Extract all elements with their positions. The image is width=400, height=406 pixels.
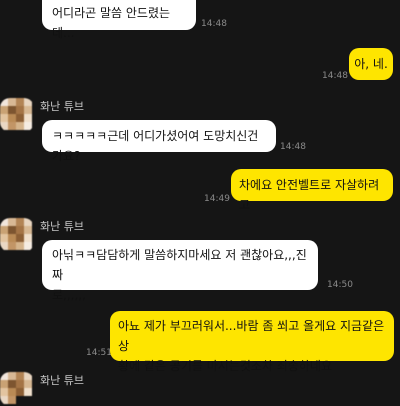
message-text: 아, 네. bbox=[354, 57, 388, 71]
message-bubble-incoming[interactable]: ㅋㅋㅋㅋㅋ근데 어디가셨어여 도망치신건가요? bbox=[42, 120, 276, 163]
message-text-line: 아뇨 제가 부끄러워서...바람 좀 쐬고 올게요 지금같은 상 bbox=[118, 319, 385, 353]
message-time: 14:50 bbox=[327, 280, 353, 290]
avatar-icon[interactable] bbox=[0, 98, 34, 132]
message-text-line: 아닊ㅋㅋ담담하게 말씀하지마세요 저 괜찮아요,,,진짜 bbox=[52, 248, 307, 282]
message-bubble-outgoing[interactable]: 아, 네. bbox=[349, 48, 393, 80]
message-bubble-outgoing[interactable]: 아뇨 제가 부끄러워서...바람 좀 쐬고 올게요 지금같은 상 황에 같은 공… bbox=[110, 311, 394, 373]
avatar-icon[interactable] bbox=[0, 372, 34, 406]
message-text: ㅋㅋㅋㅋㅋ근데 어디가셨어여 도망치신건가요? bbox=[52, 129, 259, 163]
sender-name: 화난 튜브 bbox=[40, 220, 84, 233]
message-bubble-outgoing[interactable]: 차에요 안전벨트로 자살하려고 bbox=[231, 169, 393, 212]
message-time: 14:51 bbox=[86, 348, 112, 358]
message-text-line: 로,,,,,, bbox=[52, 288, 86, 302]
chat-screen: 어디라곤 말씀 안드렸는데... 14:48 14:48 아, 네. 화난 튜브… bbox=[0, 0, 400, 404]
message-time: 14:48 bbox=[322, 71, 348, 81]
message-time: 14:48 bbox=[280, 142, 306, 152]
sender-name: 화난 튜브 bbox=[40, 374, 84, 387]
sender-name: 화난 튜브 bbox=[40, 100, 84, 113]
message-time: 14:48 bbox=[201, 19, 227, 29]
avatar-icon[interactable] bbox=[0, 218, 34, 252]
message-bubble-incoming[interactable]: 어디라곤 말씀 안드렸는데... bbox=[42, 0, 196, 40]
message-time: 14:49 bbox=[204, 194, 230, 204]
message-text: 어디라곤 말씀 안드렸는데... bbox=[52, 6, 171, 40]
message-text: 차에요 안전벨트로 자살하려고 bbox=[239, 178, 380, 212]
message-text-line: 황에 같은 공기를 마시는것조차 죄송하네요 bbox=[118, 359, 332, 373]
message-bubble-incoming[interactable]: 아닊ㅋㅋ담담하게 말씀하지마세요 저 괜찮아요,,,진짜 로,,,,,, bbox=[42, 240, 318, 302]
